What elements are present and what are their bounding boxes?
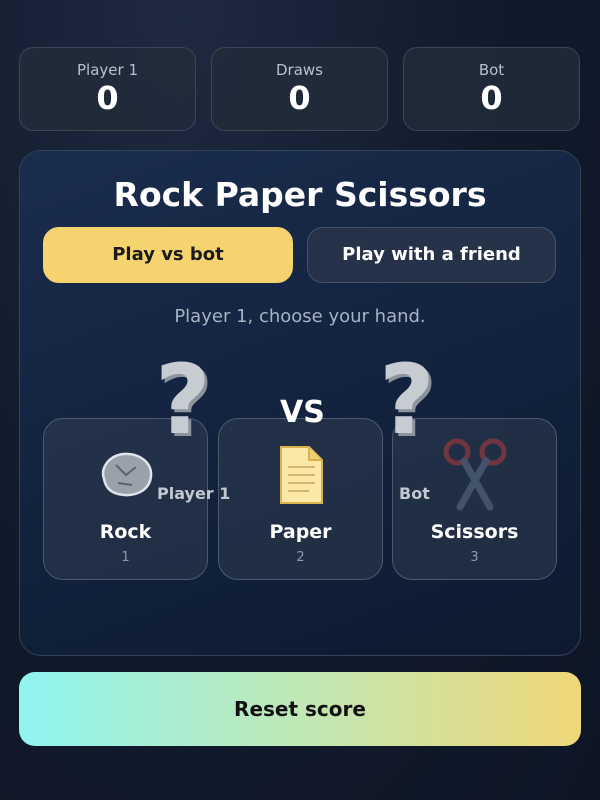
score-label: Bot (478, 61, 505, 79)
score-value: 0 (288, 79, 311, 117)
score-value: 0 (96, 79, 119, 117)
paper-icon (277, 445, 325, 505)
score-card-draws: Draws 0 (211, 47, 388, 131)
hand-shortcut: 3 (470, 550, 479, 565)
player1-side-label: Player 1 (157, 484, 231, 503)
score-label: Draws (276, 61, 323, 79)
score-value: 0 (480, 79, 503, 117)
reset-score-button[interactable]: Reset score (19, 672, 581, 746)
score-card-bot: Bot 0 (403, 47, 580, 131)
hand-shortcut: 2 (296, 550, 305, 565)
score-card-player1: Player 1 0 (19, 47, 196, 131)
turn-prompt: Player 1, choose your hand. (174, 306, 426, 327)
page-title: Rock Paper Scissors (113, 175, 487, 214)
hand-name: Scissors (430, 521, 519, 543)
vs-label: VS (280, 395, 325, 430)
hand-name: Paper (269, 521, 332, 543)
hand-name: Rock (99, 521, 152, 543)
player1-choice-unknown: ? (155, 344, 211, 456)
play-with-friend-button[interactable]: Play with a friend (307, 227, 556, 283)
bot-side-label: Bot (399, 484, 430, 503)
play-vs-bot-button[interactable]: Play vs bot (43, 227, 293, 283)
hand-shortcut: 1 (121, 550, 130, 565)
score-label: Player 1 (77, 61, 138, 79)
rock-icon (96, 449, 156, 499)
bot-choice-unknown: ? (379, 344, 435, 456)
hand-paper-button[interactable]: Paper 2 (218, 418, 383, 580)
scissors-icon (440, 435, 510, 511)
